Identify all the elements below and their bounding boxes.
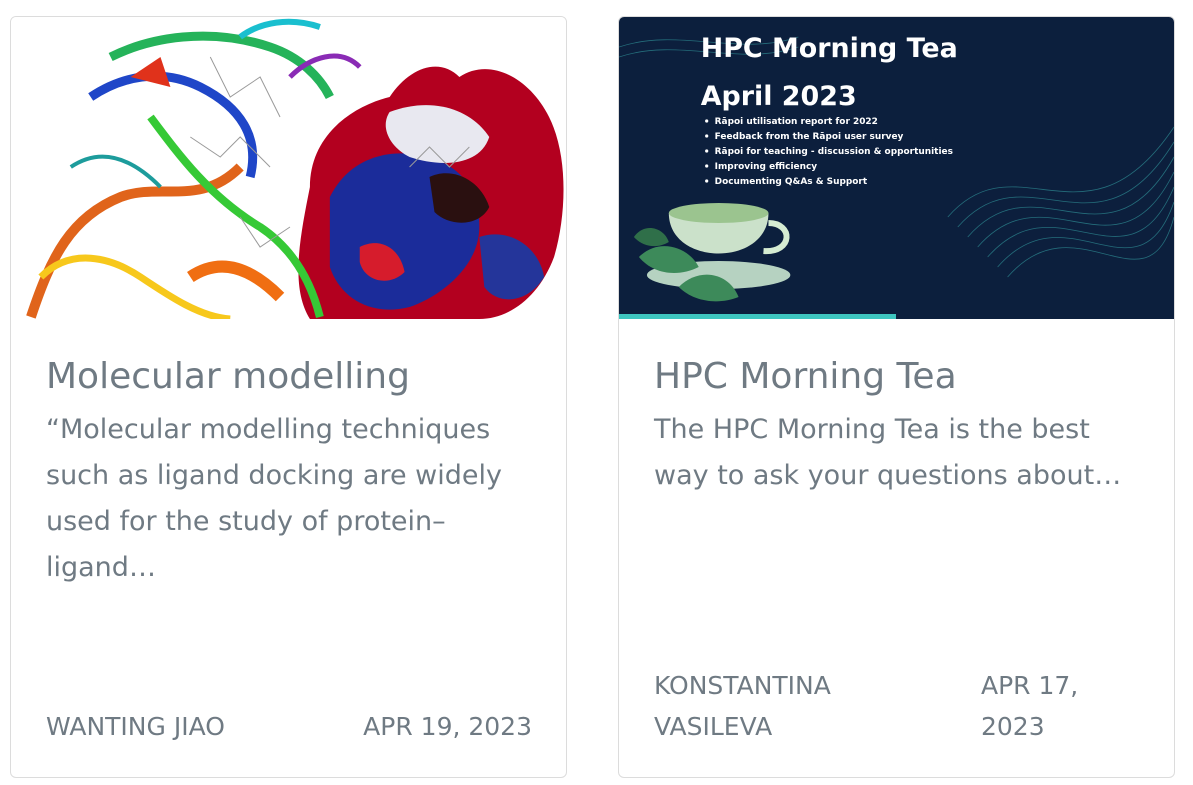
post-title[interactable]: HPC Morning Tea — [654, 355, 1144, 399]
hpc-morning-tea-banner: HPC Morning Tea April 2023 Rāpoi utilisa… — [619, 17, 1174, 319]
protein-structure-image — [11, 17, 566, 319]
post-excerpt: “Molecular modelling techniques such as … — [46, 414, 502, 583]
banner-bullet: Documenting Q&As & Support — [715, 177, 868, 187]
author-line: VASILEVA — [654, 712, 773, 741]
post-author: WANTING JIAO — [46, 712, 225, 741]
post-date: APR 19, 2023 — [363, 712, 532, 741]
banner-bullet: Improving efficiency — [715, 162, 818, 172]
banner-bullet: Rāpoi utilisation report for 2022 — [715, 117, 878, 127]
post-card-hpc-morning-tea[interactable]: HPC Morning Tea April 2023 Rāpoi utilisa… — [618, 16, 1175, 778]
banner-title-line2: April 2023 — [701, 81, 857, 112]
post-date: APR 17, 2023 — [981, 665, 1101, 747]
post-card-molecular-modelling[interactable]: Molecular modelling “Molecular modelling… — [10, 16, 567, 778]
banner-title-line1: HPC Morning Tea — [701, 33, 958, 64]
post-title[interactable]: Molecular modelling — [46, 355, 536, 399]
banner-bullet: Feedback from the Rāpoi user survey — [715, 132, 904, 142]
post-grid: Molecular modelling “Molecular modelling… — [0, 0, 1193, 785]
card-thumbnail-hpc[interactable]: HPC Morning Tea April 2023 Rāpoi utilisa… — [619, 17, 1174, 319]
post-author: KONSTANTINA VASILEVA — [654, 665, 904, 747]
card-thumbnail-molecular[interactable] — [11, 17, 566, 319]
banner-bullet: Rāpoi for teaching - discussion & opport… — [715, 147, 953, 157]
post-excerpt: The HPC Morning Tea is the best way to a… — [654, 414, 1122, 491]
author-line: KONSTANTINA — [654, 671, 831, 700]
date-line: 2023 — [981, 712, 1045, 741]
date-line: APR 17, — [981, 671, 1079, 700]
